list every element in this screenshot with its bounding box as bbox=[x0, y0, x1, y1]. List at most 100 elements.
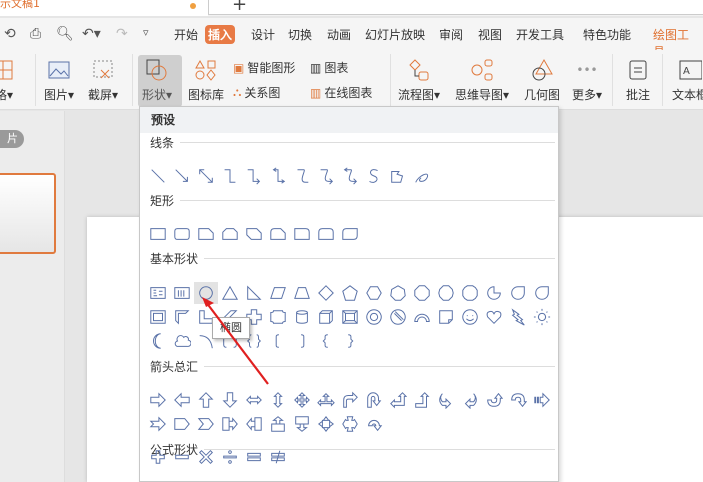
customize-icon[interactable]: ▿ bbox=[143, 26, 149, 39]
picture-button[interactable]: 图片▾ bbox=[44, 58, 74, 103]
smart-art-button[interactable]: ▣ 智能图形 bbox=[233, 59, 295, 76]
shape-down-callout[interactable] bbox=[290, 413, 314, 435]
shape-down-arrow[interactable] bbox=[218, 389, 242, 411]
online-chart-button[interactable]: ▥ 在线图表 bbox=[310, 84, 372, 101]
shape-left-callout[interactable] bbox=[242, 413, 266, 435]
shape-trapezoid[interactable] bbox=[290, 282, 314, 304]
shape-snip-diag[interactable] bbox=[242, 223, 266, 245]
shape-octagon[interactable] bbox=[410, 282, 434, 304]
icon-library-button[interactable]: 图标库 bbox=[188, 58, 224, 103]
shape-circular-arrow[interactable] bbox=[362, 413, 386, 435]
shape-curved-down[interactable] bbox=[506, 389, 530, 411]
shape-scribble[interactable] bbox=[410, 165, 434, 187]
shape-left-arrow[interactable] bbox=[170, 389, 194, 411]
shape-quad-callout[interactable] bbox=[314, 413, 338, 435]
tab-3[interactable]: 切换 bbox=[285, 25, 315, 44]
shape-right-callout[interactable] bbox=[218, 413, 242, 435]
textbox-button[interactable]: A 文本框 bbox=[672, 58, 703, 103]
shape-right-triangle[interactable] bbox=[242, 282, 266, 304]
slides-tab[interactable]: 片 bbox=[0, 130, 24, 148]
shape-smiley[interactable] bbox=[458, 306, 482, 328]
shape-button[interactable]: 形状▾ bbox=[142, 58, 172, 103]
shape-quad-callout2[interactable] bbox=[338, 413, 362, 435]
mindmap-button[interactable]: 思维导图▾ bbox=[455, 58, 509, 103]
shape-heptagon[interactable] bbox=[386, 282, 410, 304]
shape-left-brace[interactable] bbox=[314, 330, 338, 352]
shape-curved-up[interactable] bbox=[482, 389, 506, 411]
redo-history-icon[interactable]: ⟲ bbox=[4, 26, 16, 42]
shape-minus[interactable] bbox=[170, 446, 194, 468]
shape-quad-arrow[interactable] bbox=[290, 389, 314, 411]
shape-curved-right[interactable] bbox=[434, 389, 458, 411]
shape-plaque[interactable] bbox=[266, 306, 290, 328]
shape-not-equal[interactable] bbox=[266, 446, 290, 468]
shape-right-brace[interactable] bbox=[338, 330, 362, 352]
shape-up-callout[interactable] bbox=[266, 413, 290, 435]
shape-triangle[interactable] bbox=[218, 282, 242, 304]
shape-ud-arrow[interactable] bbox=[266, 389, 290, 411]
shape-frame[interactable] bbox=[146, 306, 170, 328]
shape-striped-right[interactable] bbox=[530, 389, 554, 411]
shape-dodecagon[interactable] bbox=[458, 282, 482, 304]
shape-round-snip[interactable] bbox=[266, 223, 290, 245]
shape-parallelogram[interactable] bbox=[266, 282, 290, 304]
shape-can[interactable] bbox=[290, 306, 314, 328]
shape-half-frame[interactable] bbox=[170, 306, 194, 328]
shape-snip2[interactable] bbox=[218, 223, 242, 245]
undo-icon[interactable]: ↶▾ bbox=[82, 26, 101, 42]
shape-curved-left[interactable] bbox=[458, 389, 482, 411]
shape-notched-right[interactable] bbox=[146, 413, 170, 435]
shape-folded[interactable] bbox=[434, 306, 458, 328]
shape-round2[interactable] bbox=[314, 223, 338, 245]
shape-up-arrow[interactable] bbox=[194, 389, 218, 411]
document-tab[interactable]: 示文稿1 bbox=[0, 0, 208, 16]
comment-button[interactable]: 批注 bbox=[626, 58, 650, 103]
shape-bevel[interactable] bbox=[338, 306, 362, 328]
shape-left-bracket[interactable] bbox=[266, 330, 290, 352]
shape-line[interactable] bbox=[146, 165, 170, 187]
chart-button[interactable]: ▥ 图表 bbox=[310, 59, 348, 76]
new-tab-button[interactable]: + bbox=[232, 0, 247, 15]
shape-elbow[interactable] bbox=[218, 165, 242, 187]
shape-cloud[interactable] bbox=[170, 330, 194, 352]
shape-sun[interactable] bbox=[530, 306, 554, 328]
shape-right-bracket[interactable] bbox=[290, 330, 314, 352]
shape-chevron[interactable] bbox=[194, 413, 218, 435]
shape-elbow-arrow[interactable] bbox=[242, 165, 266, 187]
more-button[interactable]: ••• 更多▾ bbox=[572, 58, 602, 103]
shape-double-arrow[interactable] bbox=[194, 165, 218, 187]
shape-curve[interactable] bbox=[290, 165, 314, 187]
shape-bent-up-arrow[interactable] bbox=[410, 389, 434, 411]
tab-7[interactable]: 视图 bbox=[475, 25, 505, 44]
shape-heart[interactable] bbox=[482, 306, 506, 328]
shape-snip1[interactable] bbox=[194, 223, 218, 245]
shape-uturn-arrow[interactable] bbox=[362, 389, 386, 411]
shape-ellipse[interactable] bbox=[194, 282, 218, 304]
shape-freeform[interactable] bbox=[386, 165, 410, 187]
shape-curve-arrow[interactable] bbox=[314, 165, 338, 187]
print-icon[interactable]: ⎙ bbox=[30, 26, 41, 42]
redo-icon[interactable]: ↷ bbox=[116, 26, 128, 42]
shape-arc-block[interactable] bbox=[410, 306, 434, 328]
table-button[interactable]: 格▾ bbox=[0, 58, 16, 103]
shape-hexagon[interactable] bbox=[362, 282, 386, 304]
relation-button[interactable]: ⛬ 关系图 bbox=[233, 84, 280, 101]
shape-equal[interactable] bbox=[242, 446, 266, 468]
shape-left-up-arrow[interactable] bbox=[386, 389, 410, 411]
shape-lru-arrow[interactable] bbox=[314, 389, 338, 411]
shape-multiply[interactable] bbox=[194, 446, 218, 468]
geometry-button[interactable]: 几何图 bbox=[524, 58, 560, 103]
shape-pie[interactable] bbox=[482, 282, 506, 304]
shape-diamond[interactable] bbox=[314, 282, 338, 304]
shape-no-symbol[interactable] bbox=[386, 306, 410, 328]
shape-lightning[interactable] bbox=[506, 306, 530, 328]
shape-decagon[interactable] bbox=[434, 282, 458, 304]
print-preview-icon[interactable]: 🔍︎ bbox=[56, 26, 74, 42]
shape-chord[interactable] bbox=[530, 282, 554, 304]
screenshot-button[interactable]: 截屏▾ bbox=[88, 58, 118, 103]
shape-curve-double-arrow[interactable] bbox=[338, 165, 362, 187]
shape-arrow[interactable] bbox=[170, 165, 194, 187]
shape-round-rect[interactable] bbox=[170, 223, 194, 245]
shape-rect[interactable] bbox=[146, 223, 170, 245]
shape-s-curve[interactable] bbox=[362, 165, 386, 187]
